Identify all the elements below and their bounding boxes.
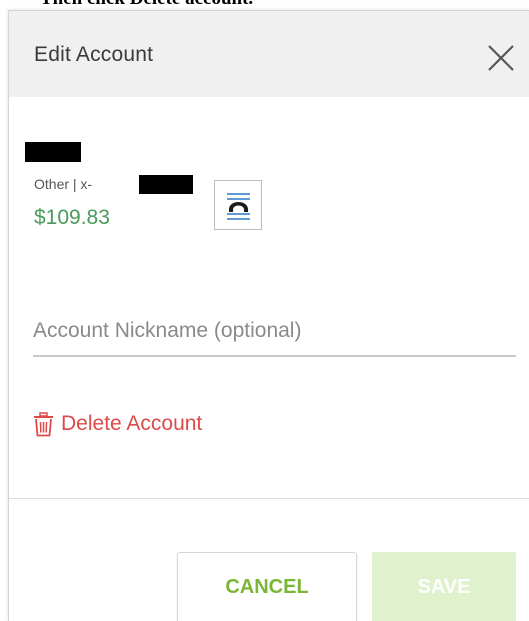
- save-button[interactable]: SAVE: [372, 552, 516, 621]
- footer-divider: [9, 498, 529, 499]
- dialog-header: Edit Account: [9, 11, 529, 97]
- bank-logo-icon: [214, 180, 262, 230]
- edit-account-dialog: Edit Account Other | x- $109.83 Account …: [8, 10, 529, 621]
- trash-icon: [34, 411, 53, 436]
- delete-account-link[interactable]: Delete Account: [33, 409, 202, 439]
- dialog-title: Edit Account: [34, 43, 154, 66]
- close-icon: [488, 45, 514, 71]
- close-button[interactable]: [486, 43, 516, 73]
- instruction-caption: Then click Delete account.: [40, 0, 253, 10]
- account-name-redacted: [25, 142, 81, 162]
- page: Then click Delete account. Edit Account …: [0, 0, 529, 621]
- account-number-redacted: [139, 175, 193, 194]
- account-nickname-field[interactable]: [33, 307, 516, 357]
- account-type-number: Other | x-: [34, 176, 93, 192]
- account-balance: $109.83: [34, 206, 110, 229]
- cancel-button[interactable]: CANCEL: [177, 552, 357, 621]
- delete-account-label: Delete Account: [61, 412, 203, 435]
